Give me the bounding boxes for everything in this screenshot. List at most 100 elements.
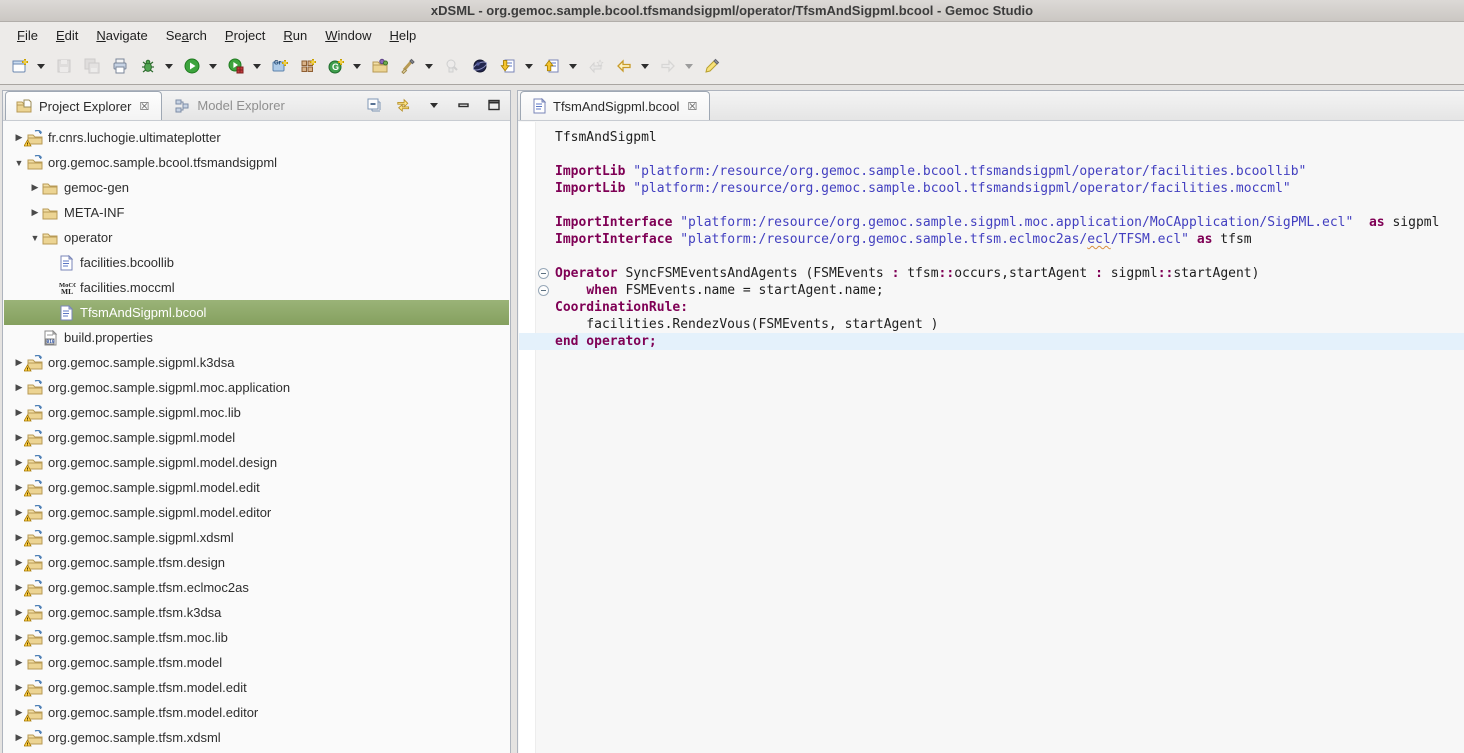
tab-project-explorer[interactable]: Project Explorer ☒ (5, 91, 162, 120)
view-menu-button[interactable] (424, 95, 444, 115)
new-gemoc-project-icon: G (328, 58, 344, 74)
tree-item-org-gemoc-sample-sigpml-moc-lib[interactable]: ▶org.gemoc.sample.sigpml.moc.lib (4, 400, 509, 425)
code-line-3[interactable]: ImportLib "platform:/resource/org.gemoc.… (519, 163, 1464, 180)
tree-item-label: gemoc-gen (64, 180, 129, 195)
tree-item-build-properties[interactable]: 010build.properties (4, 325, 509, 350)
run-last-dropdown[interactable] (250, 53, 264, 79)
tab-model-explorer[interactable]: Model Explorer (164, 91, 294, 120)
tree-item-org-gemoc-sample-tfsm-xdsml[interactable]: ▶org.gemoc.sample.tfsm.xdsml (4, 725, 509, 750)
tree-item-org-gemoc-sample-tfsm-eclmoc2as[interactable]: ▶org.gemoc.sample.tfsm.eclmoc2as (4, 575, 509, 600)
tree-item-label: org.gemoc.sample.tfsm.moc.lib (48, 630, 228, 645)
back-dropdown[interactable] (638, 53, 652, 79)
tree-item-fr-cnrs-luchogie-ultimateplotter[interactable]: ▶fr.cnrs.luchogie.ultimateplotter (4, 125, 509, 150)
collapse-all-button[interactable] (364, 95, 384, 115)
next-annotation-button[interactable] (495, 53, 521, 79)
tree-item-org-gemoc-sample-sigpml-model-edit[interactable]: ▶org.gemoc.sample.sigpml.model.edit (4, 475, 509, 500)
tree-item-facilities-bcoollib[interactable]: facilities.bcoollib (4, 250, 509, 275)
expand-arrow-icon[interactable]: ▶ (28, 182, 42, 193)
tree-item-org-gemoc-sample-tfsm-moc-lib[interactable]: ▶org.gemoc.sample.tfsm.moc.lib (4, 625, 509, 650)
code-line-8[interactable] (519, 248, 1464, 265)
menu-window[interactable]: Window (316, 25, 380, 46)
tree-item-org-gemoc-sample-sigpml-xdsml[interactable]: ▶org.gemoc.sample.sigpml.xdsml (4, 525, 509, 550)
editor-area: TfsmAndSigpml.bcool ☒ TfsmAndSigpml Impor… (517, 90, 1464, 753)
maximize-button[interactable] (484, 95, 504, 115)
code-line-7[interactable]: ImportInterface "platform:/resource/org.… (519, 231, 1464, 248)
tree-item-gemoc-gen[interactable]: ▶ gemoc-gen (4, 175, 509, 200)
web-browser-button[interactable] (467, 53, 493, 79)
code-line-5[interactable] (519, 197, 1464, 214)
code-line-4[interactable]: ImportLib "platform:/resource/org.gemoc.… (519, 180, 1464, 197)
tree-item-org-gemoc-sample-bcool-tfsmandsigpml[interactable]: ▼org.gemoc.sample.bcool.tfsmandsigpml (4, 150, 509, 175)
menu-project[interactable]: Project (216, 25, 274, 46)
tree-item-org-gemoc-sample-tfsm-model-edit[interactable]: ▶org.gemoc.sample.tfsm.model.edit (4, 675, 509, 700)
tree-item-org-gemoc-sample-tfsm-model-editor[interactable]: ▶org.gemoc.sample.tfsm.model.editor (4, 700, 509, 725)
code-line-13[interactable]: end operator; (519, 333, 1464, 350)
project-icon (26, 430, 43, 446)
tree-item-org-gemoc-sample-tfsm-k3dsa[interactable]: ▶org.gemoc.sample.tfsm.k3dsa (4, 600, 509, 625)
new-representation-button[interactable]: Gr (267, 53, 293, 79)
prev-annotation-dropdown[interactable] (566, 53, 580, 79)
new-gemoc-project-dropdown[interactable] (350, 53, 364, 79)
back-icon (616, 58, 632, 74)
prev-annotation-button[interactable] (539, 53, 565, 79)
brush-button[interactable] (395, 53, 421, 79)
open-artifact-button[interactable] (367, 53, 393, 79)
next-annotation-dropdown[interactable] (522, 53, 536, 79)
run-button[interactable] (179, 53, 205, 79)
menu-navigate[interactable]: Navigate (87, 25, 156, 46)
code-editor[interactable]: TfsmAndSigpml ImportLib "platform:/resour… (519, 122, 1464, 753)
expand-arrow-icon[interactable]: ▶ (12, 382, 26, 393)
tree-item-tfsmandsigpml-bcool[interactable]: TfsmAndSigpml.bcool (4, 300, 509, 325)
fold-collapse-icon[interactable] (538, 268, 549, 279)
tree-item-org-gemoc-sample-sigpml-moc-application[interactable]: ▶org.gemoc.sample.sigpml.moc.application (4, 375, 509, 400)
tree-item-operator[interactable]: ▼operator (4, 225, 509, 250)
print-button[interactable] (107, 53, 133, 79)
code-line-6[interactable]: ImportInterface "platform:/resource/org.… (519, 214, 1464, 231)
menu-run[interactable]: Run (274, 25, 316, 46)
new-gemoc-project-button[interactable]: G (323, 53, 349, 79)
menu-help[interactable]: Help (380, 25, 425, 46)
code-line-9[interactable]: Operator SyncFSMEventsAndAgents (FSMEven… (519, 265, 1464, 282)
close-icon[interactable]: ☒ (137, 99, 151, 114)
expand-arrow-icon[interactable]: ▶ (28, 207, 42, 218)
fold-collapse-icon[interactable] (538, 285, 549, 296)
tree-item-facilities-moccml[interactable]: MoCCMLfacilities.moccml (4, 275, 509, 300)
expand-arrow-icon[interactable]: ▶ (12, 657, 26, 668)
tab-label: Project Explorer (39, 99, 131, 114)
tree-item-org-gemoc-sample-sigpml-model-design[interactable]: ▶org.gemoc.sample.sigpml.model.design (4, 450, 509, 475)
menu-file[interactable]: File (8, 25, 47, 46)
tree-item-org-gemoc-sample-tfsm-design[interactable]: ▶org.gemoc.sample.tfsm.design (4, 550, 509, 575)
brush-dropdown[interactable] (422, 53, 436, 79)
tree-item-org-gemoc-sample-sigpml-k3dsa[interactable]: ▶org.gemoc.sample.sigpml.k3dsa (4, 350, 509, 375)
tab-editor-tfsmandsigpml[interactable]: TfsmAndSigpml.bcool ☒ (520, 91, 710, 120)
menu-search[interactable]: Search (157, 25, 216, 46)
new-wizard-dropdown[interactable] (34, 53, 48, 79)
link-editor-button[interactable] (394, 95, 414, 115)
close-icon[interactable]: ☒ (685, 99, 699, 114)
minimize-button[interactable] (454, 95, 474, 115)
new-wizard-button[interactable] (7, 53, 33, 79)
tree-item-org-gemoc-sample-sigpml-model[interactable]: ▶org.gemoc.sample.sigpml.model (4, 425, 509, 450)
debug-button[interactable] (135, 53, 161, 79)
code-line-10[interactable]: when FSMEvents.name = startAgent.name; (519, 282, 1464, 299)
run-last-button[interactable] (223, 53, 249, 79)
svg-text:Gr: Gr (274, 61, 282, 67)
menu-edit[interactable]: Edit (47, 25, 87, 46)
tree-item-label: org.gemoc.sample.tfsm.model.editor (48, 705, 258, 720)
keyword-token: when (586, 283, 617, 298)
code-line-2[interactable] (519, 146, 1464, 163)
back-button[interactable] (611, 53, 637, 79)
collapse-arrow-icon[interactable]: ▼ (28, 233, 42, 243)
collapse-arrow-icon[interactable]: ▼ (12, 158, 26, 168)
run-dropdown[interactable] (206, 53, 220, 79)
code-line-11[interactable]: CoordinationRule: (519, 299, 1464, 316)
new-plugin-button[interactable] (295, 53, 321, 79)
tree-item-org-gemoc-sample-tfsm-model[interactable]: ▶org.gemoc.sample.tfsm.model (4, 650, 509, 675)
code-line-12[interactable]: facilities.RendezVous(FSMEvents, startAg… (519, 316, 1464, 333)
tree-item-org-gemoc-sample-sigpml-model-editor[interactable]: ▶org.gemoc.sample.sigpml.model.editor (4, 500, 509, 525)
highlighter-button[interactable] (699, 53, 725, 79)
tree-item-meta-inf[interactable]: ▶META-INF (4, 200, 509, 225)
code-line-1[interactable]: TfsmAndSigpml (519, 129, 1464, 146)
debug-dropdown[interactable] (162, 53, 176, 79)
forward-dropdown[interactable] (682, 53, 696, 79)
